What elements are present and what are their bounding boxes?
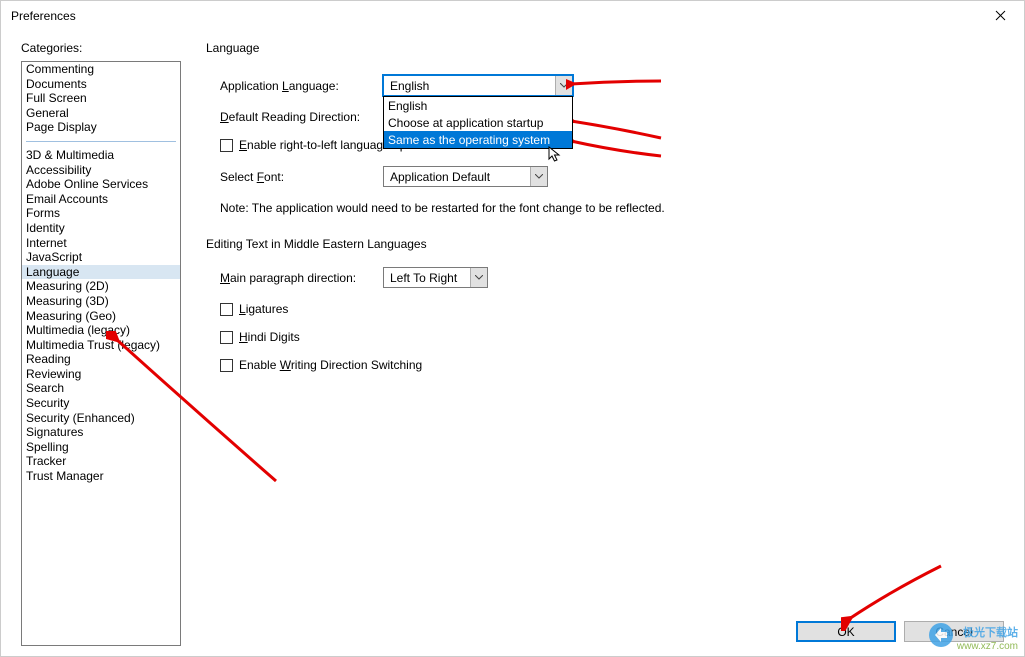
chevron-down-icon[interactable] (555, 76, 572, 95)
reading-direction-label: Default Reading Direction: (220, 110, 365, 124)
close-icon[interactable] (987, 4, 1014, 28)
ligatures-label: Ligatures (239, 302, 288, 316)
row-ligatures: Ligatures (206, 302, 1004, 316)
category-item[interactable]: Forms (22, 206, 180, 221)
app-language-value: English (390, 79, 429, 93)
chevron-down-icon[interactable] (470, 268, 487, 287)
cursor-icon (548, 146, 562, 164)
writing-switching-label: Enable Writing Direction Switching (239, 358, 422, 372)
app-language-dropdown[interactable]: EnglishChoose at application startupSame… (383, 96, 573, 149)
category-item[interactable]: Reviewing (22, 367, 180, 382)
category-item[interactable]: Language (22, 265, 180, 280)
category-item[interactable]: Commenting (22, 62, 180, 77)
categories-list[interactable]: CommentingDocumentsFull ScreenGeneralPag… (21, 61, 181, 646)
main-paragraph-label: Main paragraph direction: (220, 271, 365, 285)
category-item[interactable]: Measuring (Geo) (22, 309, 180, 324)
category-item[interactable]: Internet (22, 236, 180, 251)
category-separator (26, 141, 176, 142)
titlebar: Preferences (1, 1, 1024, 31)
watermark: 极光下载站 www.xz7.com (957, 626, 1018, 654)
category-item[interactable]: Security (22, 396, 180, 411)
category-item[interactable]: Identity (22, 221, 180, 236)
category-item[interactable]: 3D & Multimedia (22, 148, 180, 163)
watermark-line2: www.xz7.com (957, 640, 1018, 654)
preferences-window: Preferences Categories: CommentingDocume… (0, 0, 1025, 657)
row-writing-switching: Enable Writing Direction Switching (206, 358, 1004, 372)
watermark-line1: 极光下载站 (957, 626, 1018, 640)
category-item[interactable]: Multimedia Trust (legacy) (22, 338, 180, 353)
row-select-font: Select Font: Application Default (206, 166, 1004, 187)
category-item[interactable]: Search (22, 381, 180, 396)
enable-rtl-checkbox[interactable] (220, 139, 233, 152)
dropdown-option[interactable]: Choose at application startup (384, 114, 572, 131)
dropdown-option[interactable]: Same as the operating system (384, 131, 572, 148)
window-title: Preferences (11, 9, 76, 23)
category-item[interactable]: Tracker (22, 454, 180, 469)
chevron-down-icon[interactable] (530, 167, 547, 186)
categories-panel: Categories: CommentingDocumentsFull Scre… (21, 41, 181, 646)
select-font-select[interactable]: Application Default (383, 166, 548, 187)
category-item[interactable]: Spelling (22, 440, 180, 455)
category-item[interactable]: Email Accounts (22, 192, 180, 207)
category-item[interactable]: Accessibility (22, 163, 180, 178)
content-area: Categories: CommentingDocumentsFull Scre… (21, 41, 1004, 646)
section-editing: Editing Text in Middle Eastern Languages (206, 237, 1004, 251)
category-item[interactable]: Signatures (22, 425, 180, 440)
row-hindi-digits: Hindi Digits (206, 330, 1004, 344)
row-reading-direction: Default Reading Direction: (206, 110, 1004, 124)
category-item[interactable]: Page Display (22, 120, 180, 135)
app-language-label: Application Language: (220, 79, 365, 93)
category-item[interactable]: Documents (22, 77, 180, 92)
ok-button[interactable]: OK (796, 621, 896, 642)
category-item[interactable]: General (22, 106, 180, 121)
app-language-select[interactable]: English EnglishChoose at application sta… (383, 75, 573, 96)
watermark-logo-icon (927, 621, 955, 649)
category-item[interactable]: Trust Manager (22, 469, 180, 484)
main-paragraph-selectbox[interactable]: Left To Right (383, 267, 488, 288)
row-main-paragraph: Main paragraph direction: Left To Right (206, 267, 1004, 288)
section-language: Language (206, 41, 1004, 55)
dropdown-option[interactable]: English (384, 97, 572, 114)
category-item[interactable]: Multimedia (legacy) (22, 323, 180, 338)
font-restart-note: Note: The application would need to be r… (206, 201, 1004, 215)
writing-switching-checkbox[interactable] (220, 359, 233, 372)
category-item[interactable]: Security (Enhanced) (22, 411, 180, 426)
category-item[interactable]: Measuring (3D) (22, 294, 180, 309)
category-item[interactable]: Reading (22, 352, 180, 367)
select-font-label: Select Font: (220, 170, 365, 184)
category-item[interactable]: Adobe Online Services (22, 177, 180, 192)
select-font-selectbox[interactable]: Application Default (383, 166, 548, 187)
select-font-value: Application Default (390, 170, 490, 184)
main-paragraph-select[interactable]: Left To Right (383, 267, 488, 288)
hindi-digits-checkbox[interactable] (220, 331, 233, 344)
hindi-digits-label: Hindi Digits (239, 330, 300, 344)
row-enable-rtl: Enable right-to-left language options (206, 138, 1004, 152)
main-paragraph-value: Left To Right (390, 271, 457, 285)
category-item[interactable]: Full Screen (22, 91, 180, 106)
categories-label: Categories: (21, 41, 181, 55)
settings-panel: Language Application Language: English E… (206, 41, 1004, 646)
ligatures-checkbox[interactable] (220, 303, 233, 316)
app-language-selectbox[interactable]: English (383, 75, 573, 96)
category-item[interactable]: Measuring (2D) (22, 279, 180, 294)
row-app-language: Application Language: English EnglishCho… (206, 75, 1004, 96)
category-item[interactable]: JavaScript (22, 250, 180, 265)
